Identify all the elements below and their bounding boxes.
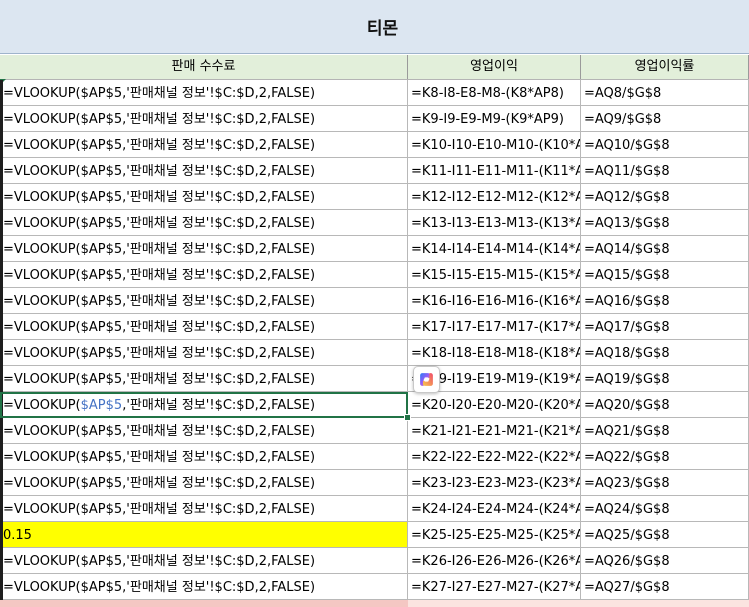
sales-commission-cell[interactable]: =VLOOKUP($AP$5,'판매채널 정보'!$C:$D,2,FALSE)	[0, 184, 408, 210]
sales-commission-cell[interactable]: =VLOOKUP($AP$5,'판매채널 정보'!$C:$D,2,FALSE)	[0, 392, 408, 418]
sheet-title: 티몬	[366, 19, 399, 39]
table-row: =VLOOKUP($AP$5,'판매채널 정보'!$C:$D,2,FALSE) =…	[0, 470, 749, 496]
operating-margin-cell[interactable]: =AQ11/$G$8	[581, 158, 749, 184]
table-row: =VLOOKUP($AP$5,'판매채널 정보'!$C:$D,2,FALSE) =…	[0, 80, 749, 106]
operating-margin-cell[interactable]: =AQ12/$G$8	[581, 184, 749, 210]
copilot-logo	[420, 373, 433, 386]
operating-margin-cell[interactable]: =AQ16/$G$8	[581, 288, 749, 314]
operating-profit-cell[interactable]: =K20-I20-E20-M20-(K20*AP20)	[408, 392, 581, 418]
sales-commission-cell[interactable]: =VLOOKUP($AP$5,'판매채널 정보'!$C:$D,2,FALSE)	[0, 158, 408, 184]
operating-profit-cell[interactable]: =K26-I26-E26-M26-(K26*AP26)	[408, 548, 581, 574]
sales-commission-cell[interactable]: =VLOOKUP($AP$5,'판매채널 정보'!$C:$D,2,FALSE)	[0, 106, 408, 132]
column-header-row: 판매 수수료 영업이익 영업이익률	[0, 55, 749, 80]
operating-profit-cell[interactable]: =K14-I14-E14-M14-(K14*AP14)	[408, 236, 581, 262]
sales-commission-cell[interactable]: =VLOOKUP($AP$5,'판매채널 정보'!$C:$D,2,FALSE)	[0, 210, 408, 236]
table-row: =VLOOKUP($AP$5,'판매채널 정보'!$C:$D,2,FALSE) =…	[0, 210, 749, 236]
operating-margin-cell[interactable]: =AQ21/$G$8	[581, 418, 749, 444]
table-row: =VLOOKUP($AP$5,'판매채널 정보'!$C:$D,2,FALSE) =…	[0, 340, 749, 366]
table-row: =VLOOKUP($AP$5,'판매채널 정보'!$C:$D,2,FALSE) =…	[0, 444, 749, 470]
table-row: =VLOOKUP($AP$5,'판매채널 정보'!$C:$D,2,FALSE) =…	[0, 314, 749, 340]
operating-margin-cell[interactable]: =AQ9/$G$8	[581, 106, 749, 132]
header-operating-profit[interactable]: 영업이익	[408, 55, 581, 79]
operating-profit-cell[interactable]: =K27-I27-E27-M27-(K27*AP27)	[408, 574, 581, 600]
operating-margin-cell[interactable]: =AQ23/$G$8	[581, 470, 749, 496]
table-row: =VLOOKUP($AP$5,'판매채널 정보'!$C:$D,2,FALSE) =…	[0, 548, 749, 574]
header-operating-margin[interactable]: 영업이익률	[581, 55, 749, 79]
sales-commission-cell[interactable]: =VLOOKUP($AP$5,'판매채널 정보'!$C:$D,2,FALSE)	[0, 574, 408, 600]
operating-margin-cell[interactable]: =AQ8/$G$8	[581, 80, 749, 106]
sales-commission-cell[interactable]: =VLOOKUP($AP$5,'판매채널 정보'!$C:$D,2,FALSE)	[0, 80, 408, 106]
header-sales-commission[interactable]: 판매 수수료	[0, 55, 408, 79]
table-row: =VLOOKUP($AP$5,'판매채널 정보'!$C:$D,2,FALSE) =…	[0, 366, 749, 392]
table-row: =VLOOKUP($AP$5,'판매채널 정보'!$C:$D,2,FALSE) =…	[0, 418, 749, 444]
sales-commission-cell[interactable]: =VLOOKUP($AP$5,'판매채널 정보'!$C:$D,2,FALSE)	[0, 288, 408, 314]
operating-profit-cell[interactable]: =K25-I25-E25-M25-(K25*AP25)	[408, 522, 581, 548]
operating-profit-cell[interactable]: =K15-I15-E15-M15-(K15*AP15)	[408, 262, 581, 288]
formula-reference: $AP$5	[80, 398, 123, 413]
sales-commission-cell[interactable]: =VLOOKUP($AP$5,'판매채널 정보'!$C:$D,2,FALSE)	[0, 470, 408, 496]
operating-margin-cell[interactable]: =AQ24/$G$8	[581, 496, 749, 522]
table-row: =VLOOKUP($AP$5,'판매채널 정보'!$C:$D,2,FALSE) =…	[0, 262, 749, 288]
sheet-title-bar: 티몬	[0, 0, 749, 54]
operating-profit-cell[interactable]: =K13-I13-E13-M13-(K13*AP13)	[408, 210, 581, 236]
operating-profit-cell[interactable]: =K8-I8-E8-M8-(K8*AP8)	[408, 80, 581, 106]
operating-profit-cell[interactable]: =K22-I22-E22-M22-(K22*AP22)	[408, 444, 581, 470]
operating-margin-cell[interactable]: =AQ25/$G$8	[581, 522, 749, 548]
partial-cell	[0, 600, 408, 607]
operating-profit-cell[interactable]: =K11-I11-E11-M11-(K11*AP11)	[408, 158, 581, 184]
table-row: =VLOOKUP($AP$5,'판매채널 정보'!$C:$D,2,FALSE) =…	[0, 184, 749, 210]
operating-profit-cell[interactable]: =K23-I23-E23-M23-(K23*AP23)	[408, 470, 581, 496]
formula-text: =VLOOKUP(	[3, 398, 81, 413]
partial-cell	[408, 600, 749, 607]
table-row: =VLOOKUP($AP$5,'판매채널 정보'!$C:$D,2,FALSE) =…	[0, 132, 749, 158]
sales-commission-cell[interactable]: =VLOOKUP($AP$5,'판매채널 정보'!$C:$D,2,FALSE)	[0, 366, 408, 392]
sales-commission-cell[interactable]: =VLOOKUP($AP$5,'판매채널 정보'!$C:$D,2,FALSE)	[0, 418, 408, 444]
formula-text: ,'판매채널 정보'!$C:$D,2,FALSE)	[122, 398, 316, 413]
operating-margin-cell[interactable]: =AQ22/$G$8	[581, 444, 749, 470]
sales-commission-cell[interactable]: =VLOOKUP($AP$5,'판매채널 정보'!$C:$D,2,FALSE)	[0, 262, 408, 288]
table-row: =VLOOKUP($AP$5,'판매채널 정보'!$C:$D,2,FALSE) =…	[0, 236, 749, 262]
sales-commission-cell[interactable]: =VLOOKUP($AP$5,'판매채널 정보'!$C:$D,2,FALSE)	[0, 236, 408, 262]
sales-commission-cell[interactable]: =VLOOKUP($AP$5,'판매채널 정보'!$C:$D,2,FALSE)	[0, 496, 408, 522]
table-row: =VLOOKUP($AP$5,'판매채널 정보'!$C:$D,2,FALSE) =…	[0, 288, 749, 314]
sales-commission-cell[interactable]: 0.15	[0, 522, 408, 548]
table-row: 0.15=K25-I25-E25-M25-(K25*AP25)=AQ25/$G$…	[0, 522, 749, 548]
operating-profit-cell[interactable]: =K21-I21-E21-M21-(K21*AP21)	[408, 418, 581, 444]
operating-profit-cell[interactable]: =K12-I12-E12-M12-(K12*AP12)	[408, 184, 581, 210]
operating-margin-cell[interactable]: =AQ13/$G$8	[581, 210, 749, 236]
operating-margin-cell[interactable]: =AQ27/$G$8	[581, 574, 749, 600]
sales-commission-cell[interactable]: =VLOOKUP($AP$5,'판매채널 정보'!$C:$D,2,FALSE)	[0, 314, 408, 340]
operating-profit-cell[interactable]: =K9-I9-E9-M9-(K9*AP9)	[408, 106, 581, 132]
operating-profit-cell[interactable]: =K24-I24-E24-M24-(K24*AP24)	[408, 496, 581, 522]
row-edge-marker	[0, 80, 3, 600]
sales-commission-cell[interactable]: =VLOOKUP($AP$5,'판매채널 정보'!$C:$D,2,FALSE)	[0, 340, 408, 366]
operating-profit-cell[interactable]: =K10-I10-E10-M10-(K10*AP10)	[408, 132, 581, 158]
operating-margin-cell[interactable]: =AQ17/$G$8	[581, 314, 749, 340]
copilot-icon[interactable]	[413, 366, 440, 393]
next-row-partial	[0, 600, 749, 607]
operating-margin-cell[interactable]: =AQ15/$G$8	[581, 262, 749, 288]
fill-handle[interactable]	[404, 414, 411, 421]
sales-commission-cell[interactable]: =VLOOKUP($AP$5,'판매채널 정보'!$C:$D,2,FALSE)	[0, 548, 408, 574]
sales-commission-cell[interactable]: =VLOOKUP($AP$5,'판매채널 정보'!$C:$D,2,FALSE)	[0, 444, 408, 470]
operating-margin-cell[interactable]: =AQ10/$G$8	[581, 132, 749, 158]
operating-profit-cell[interactable]: =K18-I18-E18-M18-(K18*AP18)	[408, 340, 581, 366]
table-row: =VLOOKUP($AP$5,'판매채널 정보'!$C:$D,2,FALSE) =…	[0, 496, 749, 522]
table-row: =VLOOKUP($AP$5,'판매채널 정보'!$C:$D,2,FALSE) =…	[0, 392, 749, 421]
operating-margin-cell[interactable]: =AQ20/$G$8	[581, 392, 749, 418]
table-row: =VLOOKUP($AP$5,'판매채널 정보'!$C:$D,2,FALSE) =…	[0, 106, 749, 132]
operating-profit-cell[interactable]: =K16-I16-E16-M16-(K16*AP16)	[408, 288, 581, 314]
table-row: =VLOOKUP($AP$5,'판매채널 정보'!$C:$D,2,FALSE) =…	[0, 158, 749, 184]
operating-margin-cell[interactable]: =AQ26/$G$8	[581, 548, 749, 574]
operating-profit-cell[interactable]: =K17-I17-E17-M17-(K17*AP17)	[408, 314, 581, 340]
operating-margin-cell[interactable]: =AQ14/$G$8	[581, 236, 749, 262]
operating-margin-cell[interactable]: =AQ18/$G$8	[581, 340, 749, 366]
operating-margin-cell[interactable]: =AQ19/$G$8	[581, 366, 749, 392]
table-row: =VLOOKUP($AP$5,'판매채널 정보'!$C:$D,2,FALSE) =…	[0, 574, 749, 600]
sales-commission-cell[interactable]: =VLOOKUP($AP$5,'판매채널 정보'!$C:$D,2,FALSE)	[0, 132, 408, 158]
